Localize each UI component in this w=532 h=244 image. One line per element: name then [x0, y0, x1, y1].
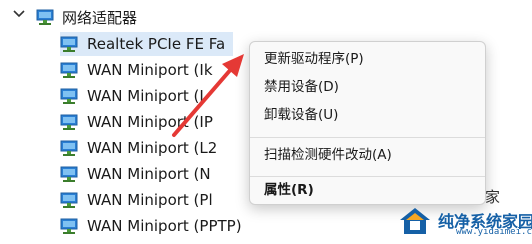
tree-item-wan-pptp[interactable]: WAN Miniport (PPTP): [60, 214, 242, 238]
tree-category-label: 网络适配器: [62, 8, 138, 27]
tree-item-wan-l2tp[interactable]: WAN Miniport (L2: [60, 136, 217, 160]
network-adapter-icon: [60, 166, 78, 182]
tree-item-wan-ikev2[interactable]: WAN Miniport (Ik: [60, 58, 213, 82]
tree-category-network-adapters[interactable]: 网络适配器: [36, 5, 137, 29]
house-logo-icon: [400, 208, 430, 234]
menu-separator: [250, 176, 485, 177]
tree-item-label: WAN Miniport (Ik: [87, 61, 213, 79]
tree-item-wan-ip[interactable]: WAN Miniport (I: [60, 84, 204, 108]
network-adapter-icon: [60, 140, 78, 156]
tree-item-wan-ipv6[interactable]: WAN Miniport (IP: [60, 110, 213, 134]
network-adapter-icon: [60, 36, 78, 52]
tree-item-label: WAN Miniport (L2: [87, 139, 218, 157]
menu-item-uninstall-device[interactable]: 卸载设备(U): [264, 103, 338, 127]
tree-item-label: WAN Miniport (N: [87, 165, 211, 183]
tree-item-realtek[interactable]: Realtek PCIe FE Fa: [60, 32, 234, 56]
network-adapter-icon: [60, 218, 78, 234]
tree-item-wan-network-monitor[interactable]: WAN Miniport (N: [60, 162, 211, 186]
network-adapter-icon: [60, 88, 78, 104]
tree-item-label: WAN Miniport (IP: [87, 113, 213, 131]
tree-item-label: WAN Miniport (PPTP): [87, 217, 242, 235]
chevron-down-icon[interactable]: [12, 9, 26, 19]
menu-item-update-driver[interactable]: 更新驱动程序(P): [264, 47, 364, 71]
network-adapter-icon: [60, 62, 78, 78]
tree-item-label: WAN Miniport (Pl: [87, 191, 213, 209]
network-adapter-icon: [60, 192, 78, 208]
network-adapter-icon: [60, 114, 78, 130]
tree-item-wan-pppoe[interactable]: WAN Miniport (Pl: [60, 188, 213, 212]
tree-item-label: WAN Miniport (I: [87, 87, 204, 105]
context-menu: 更新驱动程序(P) 禁用设备(D) 卸载设备(U) 扫描检测硬件改动(A) 属性…: [249, 41, 486, 205]
watermark-url: www.yidaimei.com: [456, 227, 532, 237]
tree-item-label: Realtek PCIe FE Fa: [87, 35, 226, 53]
menu-separator: [250, 137, 485, 138]
network-adapter-icon: [36, 9, 54, 25]
menu-item-scan-hardware-changes[interactable]: 扫描检测硬件改动(A): [264, 143, 392, 167]
watermark: 纯净系统家园 www.yidaimei.com: [392, 194, 532, 244]
menu-item-properties[interactable]: 属性(R): [264, 178, 314, 202]
menu-item-disable-device[interactable]: 禁用设备(D): [264, 75, 339, 99]
